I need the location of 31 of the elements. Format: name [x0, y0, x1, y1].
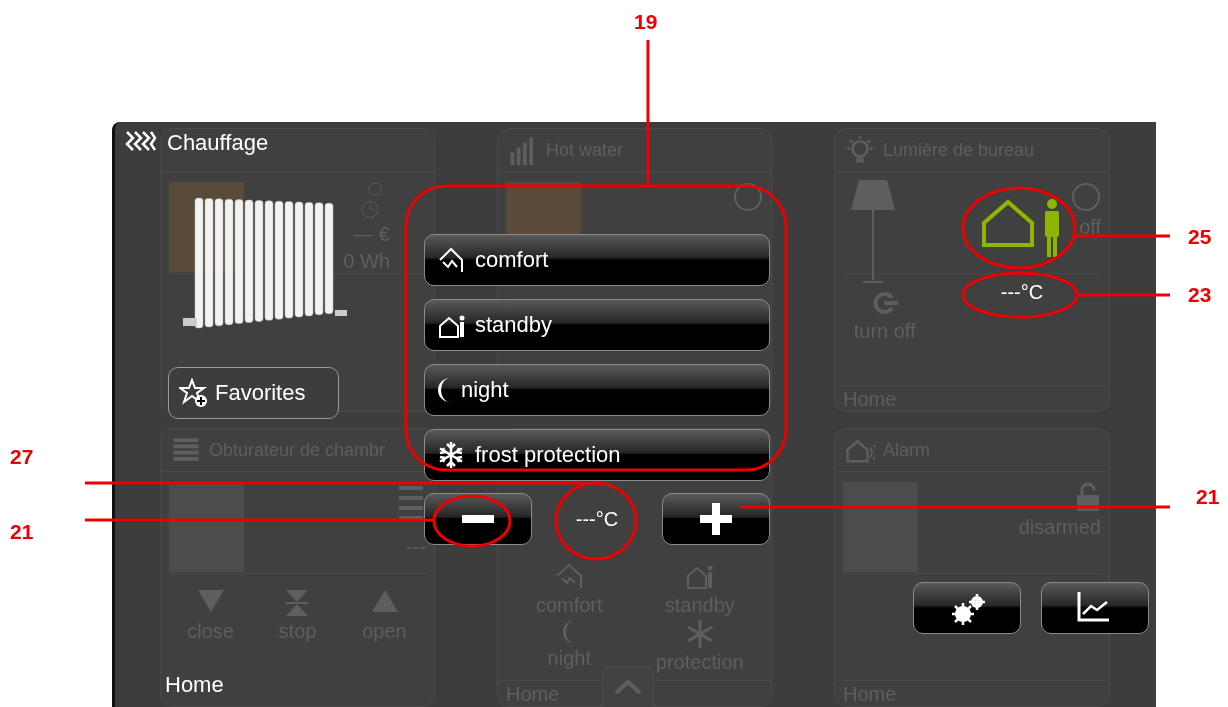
- padlock-icon: [1075, 482, 1101, 512]
- position-reading: ---: [406, 536, 426, 559]
- callout-number: 21: [10, 520, 34, 544]
- plus-icon: [700, 503, 732, 535]
- chart-button[interactable]: [1041, 582, 1149, 634]
- toggle-circle-icon: [733, 182, 763, 212]
- favorites-button[interactable]: Favorites: [168, 367, 339, 419]
- panel-title: Chauffage: [167, 130, 269, 156]
- mode-button[interactable]: comfort: [424, 234, 770, 286]
- house-icon: [437, 246, 465, 274]
- settings-button[interactable]: [913, 582, 1021, 634]
- mode-button[interactable]: frost protection: [424, 429, 770, 481]
- callout-number: 23: [1188, 283, 1212, 307]
- mode-button[interactable]: night: [424, 364, 770, 416]
- toggle-circle-icon: [1071, 182, 1101, 212]
- crescent-moon-icon: [437, 377, 451, 403]
- snowflake-icon: [437, 441, 465, 469]
- room-temperature: ---°C: [1000, 281, 1044, 304]
- chevron-up-icon: [613, 679, 643, 695]
- energy-value: — €: [353, 223, 390, 246]
- callout-number: 19: [634, 10, 658, 34]
- minus-icon: [462, 515, 494, 523]
- mode-button[interactable]: standby: [424, 299, 770, 351]
- location-label: Home: [165, 672, 224, 698]
- callout-number: 27: [10, 445, 34, 469]
- callout-number: 25: [1188, 225, 1212, 249]
- callout-number: 21: [1196, 485, 1220, 509]
- setpoint-reading: ---°C: [575, 507, 619, 531]
- star-plus-icon: [179, 378, 209, 408]
- light-bulb-icon: [845, 135, 875, 165]
- increase-button[interactable]: [662, 493, 770, 545]
